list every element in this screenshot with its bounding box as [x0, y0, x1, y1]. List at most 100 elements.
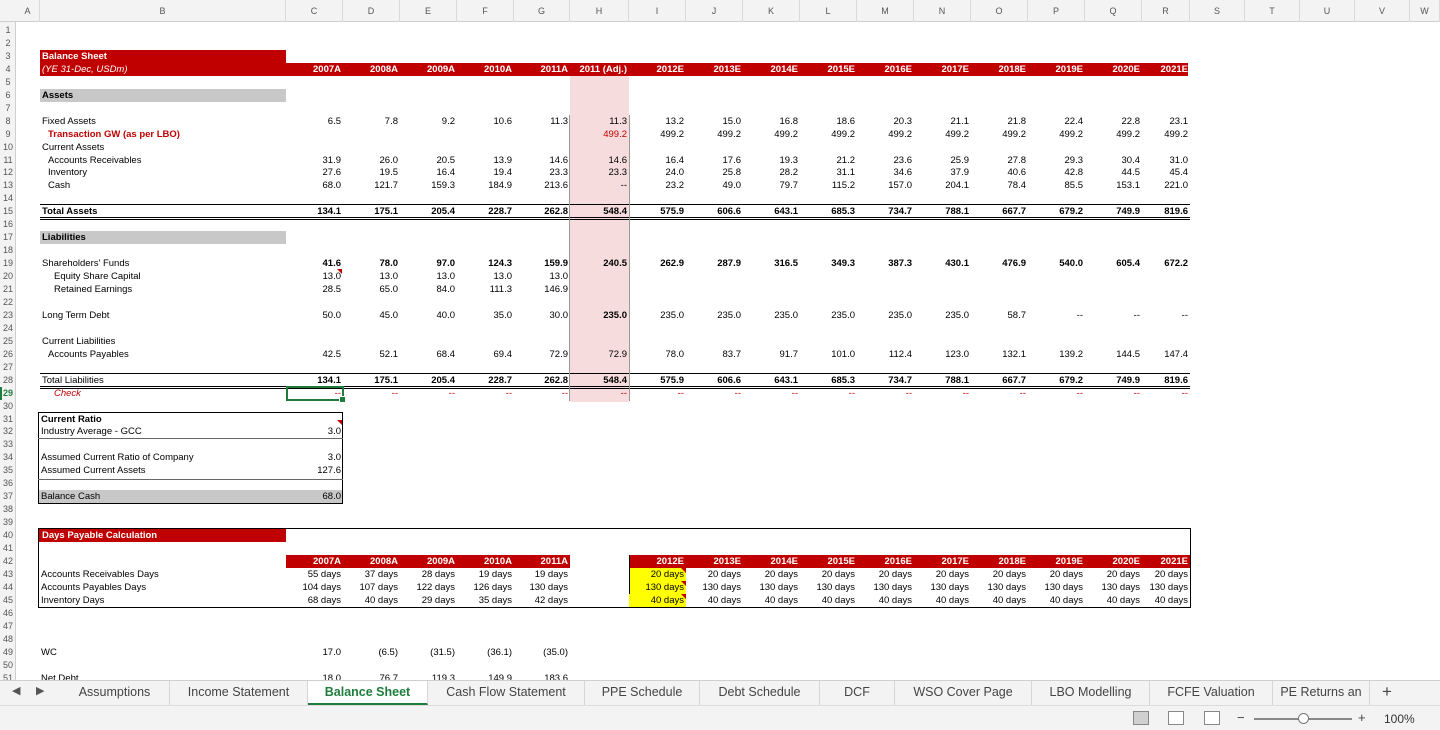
net-debt-value[interactable]: 76.7	[343, 672, 400, 681]
row-header-2[interactable]: 2	[0, 37, 16, 49]
value-cell[interactable]: 672.2	[1142, 257, 1190, 270]
days-value-cell[interactable]: 130 days	[857, 581, 914, 594]
net-debt-value[interactable]: 18.0	[286, 672, 343, 681]
tab-income-statement[interactable]: Income Statement	[170, 681, 308, 705]
value-cell[interactable]: 499.2	[1085, 128, 1142, 141]
zoom-slider-thumb[interactable]	[1298, 713, 1309, 724]
value-cell[interactable]: 22.8	[1085, 115, 1142, 128]
row-header-51[interactable]: 51	[0, 672, 16, 681]
value-cell[interactable]: 7.8	[343, 115, 400, 128]
normal-view-icon[interactable]	[1133, 711, 1149, 725]
value-cell[interactable]: 23.3	[514, 166, 570, 179]
days-value-cell[interactable]: 130 days	[971, 581, 1028, 594]
value-cell[interactable]	[514, 128, 570, 141]
tab-pe-returns-an[interactable]: PE Returns an	[1273, 681, 1370, 705]
row-header-5[interactable]: 5	[0, 76, 16, 88]
row-header-15[interactable]: 15	[0, 205, 16, 217]
value-cell[interactable]: 430.1	[914, 257, 971, 270]
column-header-t[interactable]: T	[1245, 0, 1300, 22]
value-cell[interactable]	[286, 128, 343, 141]
value-cell[interactable]: 78.0	[629, 348, 686, 361]
value-cell[interactable]: 19.4	[457, 166, 514, 179]
value-cell[interactable]: 184.9	[457, 179, 514, 192]
value-cell[interactable]: 235.0	[857, 309, 914, 322]
value-cell[interactable]: 240.5	[570, 257, 629, 270]
value-cell[interactable]: 387.3	[857, 257, 914, 270]
days-value-cell[interactable]: 130 days	[743, 581, 800, 594]
value-cell[interactable]: 78.0	[343, 257, 400, 270]
current-ratio-value[interactable]: 68.0	[286, 490, 343, 503]
days-value-cell[interactable]: 40 days	[743, 594, 800, 607]
value-cell[interactable]: 499.2	[971, 128, 1028, 141]
days-value-cell[interactable]: 29 days	[400, 594, 457, 607]
value-cell[interactable]: 21.8	[971, 115, 1028, 128]
column-header-o[interactable]: O	[971, 0, 1028, 22]
value-cell[interactable]: 16.4	[629, 154, 686, 167]
days-value-cell[interactable]: 130 days	[1028, 581, 1085, 594]
value-cell[interactable]: 40.6	[971, 166, 1028, 179]
days-value-cell[interactable]: 40 days	[1028, 594, 1085, 607]
row-header-48[interactable]: 48	[0, 633, 16, 645]
value-cell[interactable]: 124.3	[457, 257, 514, 270]
value-cell[interactable]: 31.1	[800, 166, 857, 179]
tab-fcfe-valuation[interactable]: FCFE Valuation	[1150, 681, 1273, 705]
tab-dcf[interactable]: DCF	[820, 681, 895, 705]
value-cell[interactable]: 68.4	[400, 348, 457, 361]
value-cell[interactable]: 115.2	[800, 179, 857, 192]
row-header-16[interactable]: 16	[0, 218, 16, 230]
row-header-27[interactable]: 27	[0, 361, 16, 373]
column-header-g[interactable]: G	[514, 0, 570, 22]
column-header-n[interactable]: N	[914, 0, 971, 22]
value-cell[interactable]: 25.9	[914, 154, 971, 167]
row-header-45[interactable]: 45	[0, 594, 16, 606]
value-cell[interactable]: 16.8	[743, 115, 800, 128]
row-header-21[interactable]: 21	[0, 283, 16, 295]
column-header-c[interactable]: C	[286, 0, 343, 22]
row-header-34[interactable]: 34	[0, 451, 16, 463]
days-value-cell[interactable]: 40 days	[857, 594, 914, 607]
value-cell[interactable]: 52.1	[343, 348, 400, 361]
value-cell[interactable]: 144.5	[1085, 348, 1142, 361]
days-value-cell[interactable]: 20 days	[1142, 568, 1190, 581]
row-header-32[interactable]: 32	[0, 425, 16, 437]
row-header-23[interactable]: 23	[0, 309, 16, 321]
row-header-4[interactable]: 4	[0, 63, 16, 75]
value-cell[interactable]: 146.9	[514, 283, 570, 296]
value-cell[interactable]: 13.9	[457, 154, 514, 167]
value-cell[interactable]: 21.1	[914, 115, 971, 128]
row-header-13[interactable]: 13	[0, 179, 16, 191]
column-header-w[interactable]: W	[1410, 0, 1440, 22]
row-header-39[interactable]: 39	[0, 516, 16, 528]
row-header-24[interactable]: 24	[0, 322, 16, 334]
row-header-6[interactable]: 6	[0, 89, 16, 101]
value-cell[interactable]: 26.0	[343, 154, 400, 167]
row-header-49[interactable]: 49	[0, 646, 16, 658]
days-value-cell[interactable]: 130 days	[1085, 581, 1142, 594]
value-cell[interactable]: 20.5	[400, 154, 457, 167]
page-layout-view-icon[interactable]	[1168, 711, 1184, 725]
row-header-25[interactable]: 25	[0, 335, 16, 347]
value-cell[interactable]: 41.6	[286, 257, 343, 270]
value-cell[interactable]: 11.3	[570, 115, 629, 128]
days-value-cell[interactable]: 20 days	[971, 568, 1028, 581]
value-cell[interactable]: 58.7	[971, 309, 1028, 322]
column-header-v[interactable]: V	[1355, 0, 1410, 22]
value-cell[interactable]: --	[570, 179, 629, 192]
wc-value[interactable]: (35.0)	[514, 646, 570, 659]
wc-value[interactable]: (6.5)	[343, 646, 400, 659]
value-cell[interactable]: 6.5	[286, 115, 343, 128]
row-header-3[interactable]: 3	[0, 50, 16, 62]
value-cell[interactable]: 50.0	[286, 309, 343, 322]
value-cell[interactable]: 499.2	[857, 128, 914, 141]
value-cell[interactable]: 42.5	[286, 348, 343, 361]
zoom-out-button[interactable]: −	[1237, 710, 1245, 725]
value-cell[interactable]: 499.2	[629, 128, 686, 141]
value-cell[interactable]: 68.0	[286, 179, 343, 192]
days-value-cell[interactable]: 126 days	[457, 581, 514, 594]
column-header-f[interactable]: F	[457, 0, 514, 22]
tab-lbo-modelling[interactable]: LBO Modelling	[1032, 681, 1150, 705]
value-cell[interactable]: 235.0	[629, 309, 686, 322]
row-header-41[interactable]: 41	[0, 542, 16, 554]
value-cell[interactable]: 13.0	[400, 270, 457, 283]
value-cell[interactable]: 35.0	[457, 309, 514, 322]
